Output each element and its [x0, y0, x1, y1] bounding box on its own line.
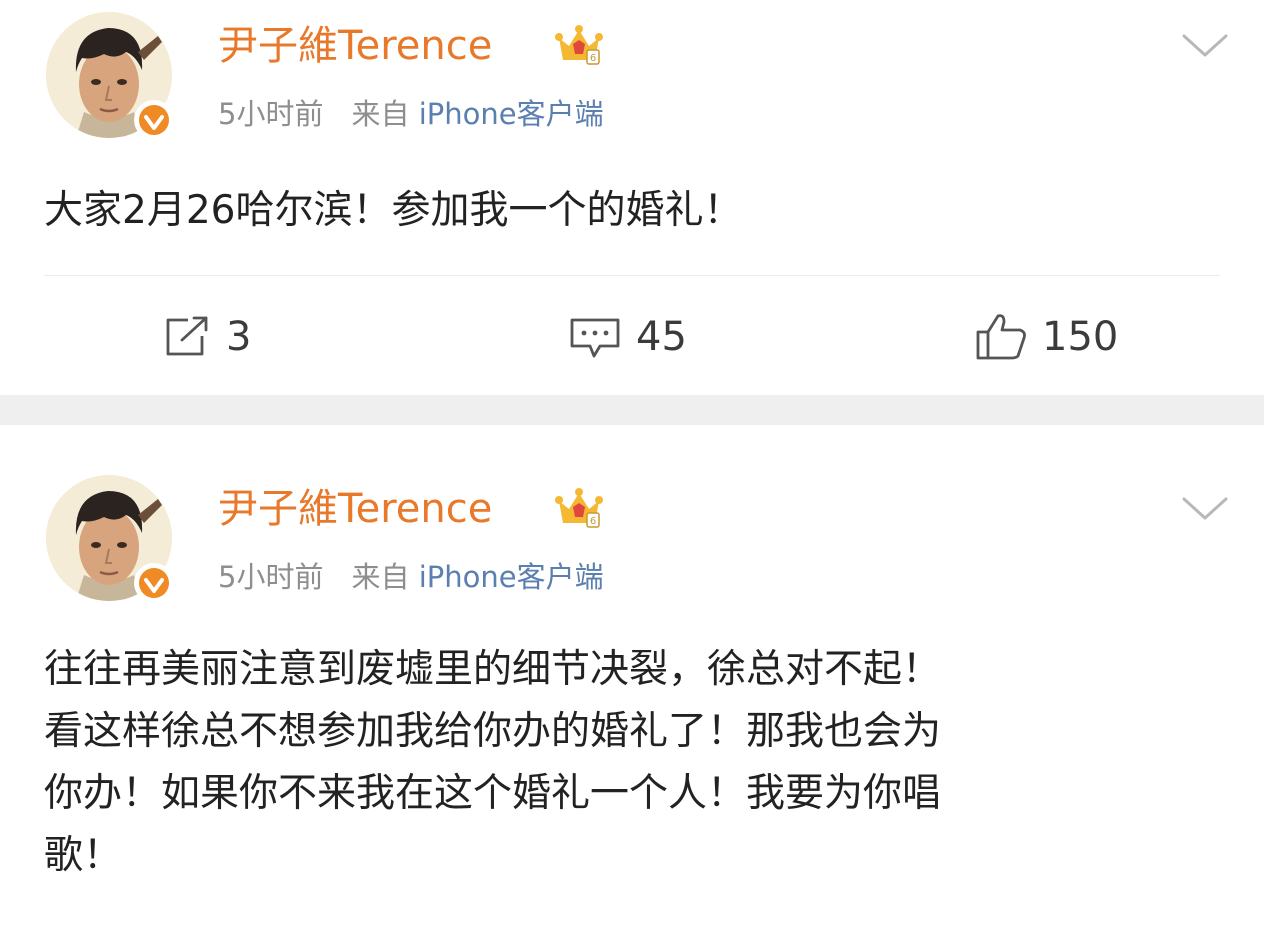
vip-crown-icon: 6 [555, 487, 603, 529]
svg-text:6: 6 [590, 516, 596, 527]
post-time: 5小时前 [218, 560, 324, 594]
chevron-down-icon[interactable] [1180, 493, 1230, 523]
vip-crown-icon: 6 [555, 24, 603, 66]
feed-separator [0, 395, 1264, 425]
post-content-line: 歌！ [44, 833, 123, 878]
verified-badge-icon [134, 100, 174, 140]
thumbs-up-icon [976, 314, 1026, 360]
like-button[interactable]: 150 [974, 308, 1118, 366]
post-time: 5小时前 [218, 97, 324, 131]
svg-text:6: 6 [590, 53, 596, 64]
repost-count: 3 [226, 314, 252, 360]
post-content: 往往再美丽注意到废墟里的细节决裂，徐总对不起！ 看这样徐总不想参加我给你办的婚礼… [44, 639, 1224, 887]
source-prefix: 来自 [351, 560, 410, 594]
repost-icon [166, 316, 208, 356]
source-link[interactable]: iPhone客户端 [419, 97, 604, 131]
avatar[interactable] [46, 12, 174, 140]
source-prefix: 来自 [351, 97, 410, 131]
post-content-line: 你办！如果你不来我在这个婚礼一个人！我要为你唱 [44, 771, 942, 816]
username[interactable]: 尹子維Terence [218, 485, 492, 533]
weibo-post-2: 尹子維Terence 6 5小时前 来自 iPhone客户端 往往再美丽注意到废墟… [0, 425, 1264, 930]
post-meta: 5小时前 来自 iPhone客户端 [218, 96, 604, 132]
chevron-down-icon[interactable] [1180, 30, 1230, 60]
username[interactable]: 尹子維Terence [218, 22, 492, 70]
weibo-post-1: 尹子維Terence 6 5小时前 来自 iPhone客户端 大家2月26哈尔滨！… [0, 0, 1264, 395]
comment-button[interactable]: 45 [568, 308, 687, 366]
avatar[interactable] [46, 475, 174, 603]
verified-badge-icon [134, 563, 174, 603]
like-count: 150 [1042, 314, 1119, 360]
post-content-line: 往往再美丽注意到废墟里的细节决裂，徐总对不起！ [44, 647, 942, 692]
comment-count: 45 [636, 314, 687, 360]
divider [44, 275, 1220, 276]
post-content-line: 大家2月26哈尔滨！参加我一个的婚礼！ [44, 188, 743, 233]
source-link[interactable]: iPhone客户端 [419, 560, 604, 594]
comment-icon [570, 318, 620, 358]
repost-button[interactable]: 3 [162, 308, 251, 366]
post-meta: 5小时前 来自 iPhone客户端 [218, 559, 604, 595]
post-content: 大家2月26哈尔滨！参加我一个的婚礼！ [44, 180, 1224, 242]
post-content-line: 看这样徐总不想参加我给你办的婚礼了！那我也会为 [44, 709, 942, 754]
